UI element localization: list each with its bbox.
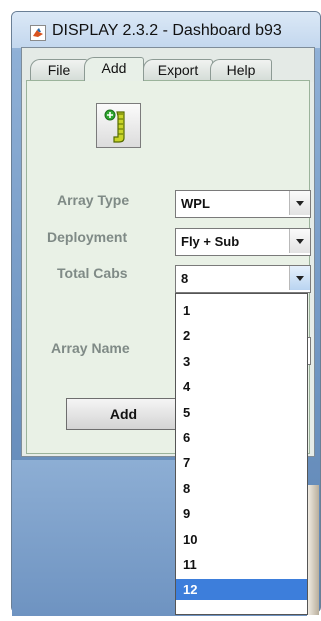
chevron-down-icon[interactable] bbox=[289, 191, 310, 215]
tab-file[interactable]: File bbox=[30, 59, 88, 80]
dropdown-option[interactable]: 6 bbox=[176, 427, 307, 448]
dropdown-option[interactable]: 11 bbox=[176, 554, 307, 575]
dropdown-option-label: 4 bbox=[183, 379, 191, 395]
deployment-label: Deployment bbox=[47, 229, 128, 245]
chevron-down-icon[interactable] bbox=[289, 229, 310, 253]
tab-add[interactable]: Add bbox=[84, 57, 144, 81]
dropdown-option[interactable]: 7 bbox=[176, 452, 307, 473]
dropdown-option-label: 3 bbox=[183, 353, 191, 369]
total-cabs-select[interactable]: 8 bbox=[175, 265, 311, 293]
total-cabs-label: Total Cabs bbox=[57, 265, 128, 281]
dropdown-option[interactable]: 12 bbox=[176, 579, 307, 601]
dropdown-option-label: 2 bbox=[183, 328, 191, 344]
dropdown-option[interactable]: 10 bbox=[176, 529, 307, 550]
matlab-logo-icon bbox=[30, 25, 46, 41]
dropdown-option-label: 6 bbox=[183, 430, 191, 445]
dropdown-option-label: 11 bbox=[183, 557, 197, 572]
array-type-label: Array Type bbox=[57, 192, 130, 208]
dropdown-option-label: 9 bbox=[183, 506, 191, 522]
window-title: DISPLAY 2.3.2 - Dashboard b93 bbox=[52, 22, 282, 39]
array-type-select[interactable]: WPL bbox=[175, 190, 311, 218]
dropdown-option[interactable]: 4 bbox=[176, 376, 307, 397]
chevron-down-icon[interactable] bbox=[289, 266, 310, 290]
dropdown-option[interactable]: 2 bbox=[176, 325, 307, 346]
deployment-select[interactable]: Fly + Sub bbox=[175, 228, 311, 256]
total-cabs-dropdown-list[interactable]: 1 2 3 4 5 6 7 8 9 10 11 12 bbox=[175, 293, 308, 615]
tab-help[interactable]: Help bbox=[210, 59, 272, 80]
total-cabs-value: 8 bbox=[181, 271, 189, 286]
add-array-icon-button[interactable] bbox=[96, 103, 141, 148]
dropdown-option-label: 7 bbox=[183, 455, 191, 471]
dropdown-option-label: 5 bbox=[183, 404, 191, 420]
dropdown-option[interactable]: 1 bbox=[176, 300, 307, 321]
add-array-icon bbox=[104, 109, 125, 143]
dropdown-option[interactable]: 3 bbox=[176, 351, 307, 372]
deployment-value: Fly + Sub bbox=[181, 234, 240, 249]
dropdown-option[interactable]: 5 bbox=[176, 402, 307, 423]
add-button[interactable]: Add bbox=[66, 398, 181, 430]
array-name-label: Array Name bbox=[51, 340, 130, 356]
tab-export[interactable]: Export bbox=[143, 59, 213, 80]
array-type-value: WPL bbox=[181, 196, 210, 211]
dropdown-option-label: 10 bbox=[183, 531, 198, 547]
tab-strip: File Add Export Help bbox=[22, 48, 314, 82]
dropdown-option[interactable]: 8 bbox=[176, 478, 307, 499]
title-bar[interactable]: DISPLAY 2.3.2 - Dashboard b93 bbox=[12, 12, 320, 48]
dropdown-option-label: 1 bbox=[183, 303, 191, 318]
dropdown-option-label: 8 bbox=[183, 480, 191, 496]
dropdown-option-label: 12 bbox=[183, 582, 198, 598]
dropdown-option[interactable]: 9 bbox=[176, 503, 307, 524]
